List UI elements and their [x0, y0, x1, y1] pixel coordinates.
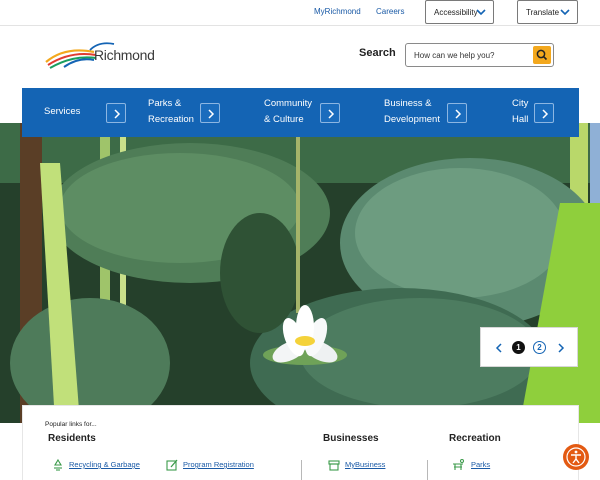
popular-links-title: Popular links for...: [45, 421, 97, 428]
page: MyRichmond Careers Accessibility Transla…: [0, 0, 600, 480]
myrichmond-link[interactable]: MyRichmond: [314, 7, 361, 16]
search-button[interactable]: [533, 46, 551, 64]
nav-expand-button[interactable]: [106, 103, 126, 123]
site-header: Richmond Search: [0, 25, 600, 88]
nav-item-business-development[interactable]: Business & Development: [384, 88, 494, 137]
chevron-right-icon: [114, 109, 121, 119]
careers-link[interactable]: Careers: [376, 7, 404, 16]
businesses-heading: Businesses: [323, 433, 379, 444]
nav-item-parks-recreation[interactable]: Parks & Recreation: [148, 88, 248, 137]
chevron-down-icon: [560, 9, 570, 16]
nav-item-label: Parks & Recreation: [148, 98, 194, 125]
hero-image: [0, 123, 600, 423]
program-registration-link[interactable]: Program Registration: [183, 460, 254, 469]
column-divider: [427, 460, 428, 480]
column-divider: [301, 460, 302, 480]
chevron-down-icon: [476, 9, 486, 16]
shop-icon: [328, 460, 340, 471]
chevron-left-icon[interactable]: [493, 341, 505, 355]
nav-expand-button[interactable]: [534, 103, 554, 123]
nav-expand-button[interactable]: [320, 103, 340, 123]
hero-banner: [0, 123, 600, 423]
logo-text: Richmond: [94, 47, 155, 63]
search-icon: [536, 49, 548, 61]
chevron-right-icon: [542, 109, 549, 119]
accessibility-widget-button[interactable]: [563, 444, 589, 470]
recycle-icon: [54, 458, 62, 471]
mybusiness-link[interactable]: MyBusiness: [345, 460, 385, 469]
search-label: Search: [359, 47, 396, 59]
translate-label: Translate: [526, 8, 560, 17]
bench-icon: [453, 459, 464, 470]
nav-item-city-hall[interactable]: City Hall: [512, 88, 572, 137]
accessibility-label: Accessibility: [434, 8, 478, 17]
popular-links-panel: Popular links for... Residents Businesse…: [22, 405, 579, 480]
parks-link[interactable]: Parks: [471, 460, 490, 469]
nav-item-label: Services: [44, 106, 81, 117]
accessibility-dropdown[interactable]: Accessibility: [425, 0, 494, 24]
edit-icon: [166, 459, 178, 471]
nav-item-label: Business & Development: [384, 98, 440, 125]
residents-heading: Residents: [48, 433, 96, 444]
chevron-right-icon: [455, 109, 462, 119]
search-box: [405, 43, 554, 67]
recreation-heading: Recreation: [449, 433, 501, 444]
nav-item-community-culture[interactable]: Community & Culture: [264, 88, 374, 137]
nav-item-label: City Hall: [512, 98, 529, 125]
accessibility-icon: [566, 447, 586, 467]
main-navigation: Services Parks & Recreation Community & Cu…: [22, 88, 579, 137]
chevron-right-icon: [328, 109, 335, 119]
nav-item-services[interactable]: Services: [44, 88, 134, 137]
hero-slider-controls: 1 2: [480, 327, 578, 367]
slide-2-button[interactable]: 2: [533, 341, 546, 354]
recycling-garbage-link[interactable]: Recycling & Garbage: [69, 460, 140, 469]
chevron-right-icon[interactable]: [555, 341, 567, 355]
chevron-right-icon: [208, 109, 215, 119]
search-input[interactable]: [406, 44, 530, 66]
nav-expand-button[interactable]: [447, 103, 467, 123]
utility-bar: MyRichmond Careers Accessibility Transla…: [0, 0, 600, 25]
nav-item-label: Community & Culture: [264, 98, 313, 125]
translate-dropdown[interactable]: Translate: [517, 0, 578, 24]
nav-expand-button[interactable]: [200, 103, 220, 123]
slide-1-button[interactable]: 1: [512, 341, 525, 354]
